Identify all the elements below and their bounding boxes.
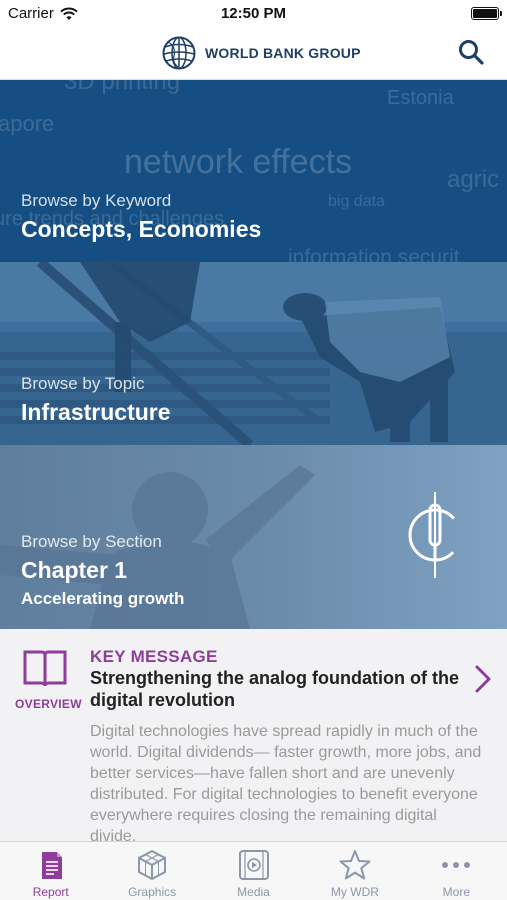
section-title: Chapter 1	[21, 557, 128, 583]
tab-more[interactable]: More	[406, 842, 507, 900]
keyword-kicker: Browse by Keyword	[21, 191, 172, 210]
topic-kicker: Browse by Topic	[21, 374, 145, 393]
status-time: 12:50 PM	[220, 5, 287, 22]
logo-text: WORLD BANK GROUP	[205, 45, 361, 61]
section-subtitle: Accelerating growth	[21, 589, 185, 608]
cloud-word: 3D printing	[64, 80, 181, 95]
power-icon[interactable]	[405, 490, 465, 580]
tab-label: My WDR	[330, 885, 379, 899]
tab-label: Media	[237, 885, 270, 899]
cube-icon	[138, 849, 167, 881]
tab-label: Graphics	[128, 885, 177, 899]
cloud-word: Estonia	[387, 87, 454, 109]
globe-icon	[162, 36, 196, 70]
browse-by-section-panel[interactable]: Browse by Section Chapter 1 Accelerating…	[0, 445, 507, 629]
tab-bar: Report Graphics Media My WDR More	[0, 841, 507, 900]
search-icon[interactable]	[457, 38, 485, 66]
status-bar: Carrier 12:50 PM	[0, 0, 507, 28]
section-kicker: Browse by Section	[21, 532, 162, 551]
key-message-body: Digital technologies have spread rapidly…	[90, 723, 482, 841]
topic-title: Infrastructure	[21, 399, 171, 425]
book-icon	[23, 650, 67, 687]
tab-graphics[interactable]: Graphics	[101, 842, 202, 900]
overview-label: OVERVIEW	[15, 697, 82, 711]
tab-report[interactable]: Report	[0, 842, 101, 900]
tab-label: More	[442, 885, 470, 899]
cloud-word: big data	[328, 193, 385, 210]
chevron-right-icon[interactable]	[473, 663, 493, 695]
tab-label: Report	[32, 885, 69, 899]
keyword-title: Concepts, Economies	[21, 216, 262, 242]
key-message-title: Strengthening the analog foundation of t…	[90, 668, 459, 710]
cloud-word: network effects	[124, 143, 353, 181]
overview-badge[interactable]: OVERVIEW	[15, 649, 82, 711]
nav-bar: WORLD BANK GROUP	[0, 28, 507, 80]
media-icon	[238, 850, 269, 880]
tab-my-wdr[interactable]: My WDR	[304, 842, 405, 900]
report-icon	[41, 852, 62, 879]
key-message-card[interactable]: OVERVIEW KEY MESSAGE Strengthening the a…	[0, 629, 507, 841]
battery-icon	[471, 7, 502, 20]
key-message-label: KEY MESSAGE	[90, 647, 218, 666]
cloud-word: apore	[0, 111, 55, 136]
cloud-word: information securit	[288, 246, 460, 262]
browse-by-keyword-panel[interactable]: 3D printing Estonia apore network effect…	[0, 80, 507, 262]
tab-media[interactable]: Media	[203, 842, 304, 900]
more-icon	[442, 862, 471, 868]
cloud-word: agric	[447, 166, 500, 193]
browse-by-topic-panel[interactable]: Browse by Topic Infrastructure	[0, 262, 507, 445]
world-bank-logo[interactable]: WORLD BANK GROUP	[162, 36, 361, 70]
star-icon	[339, 850, 371, 880]
